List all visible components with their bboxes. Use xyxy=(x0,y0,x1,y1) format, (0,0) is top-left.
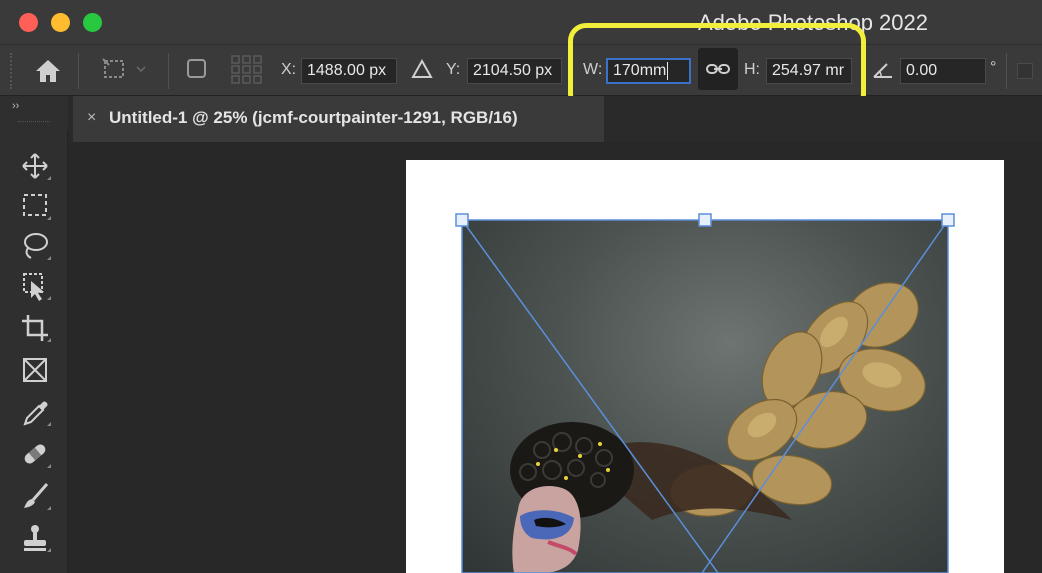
crop-tool[interactable] xyxy=(19,312,55,346)
x-label: X: xyxy=(281,61,297,78)
toolbar-collapse-header[interactable]: ›› xyxy=(0,96,68,130)
brush-tool-icon xyxy=(24,483,51,510)
delta-triangle-icon xyxy=(411,58,433,78)
brush-tool[interactable] xyxy=(19,480,55,514)
options-bar: X: 1488.00 px Y: 2104.50 px W: 170mm H: … xyxy=(0,44,1042,96)
y-label: Y: xyxy=(446,61,461,78)
document-canvas[interactable] xyxy=(406,160,1004,573)
object-selection-tool-icon xyxy=(23,273,51,301)
frame-tool[interactable] xyxy=(19,354,55,388)
marquee-tool[interactable] xyxy=(19,190,55,224)
document-tab-title: Untitled-1 @ 25% (jcmf-courtpainter-1291… xyxy=(109,108,518,127)
window-close-button[interactable] xyxy=(19,13,38,32)
transform-preset-icon xyxy=(102,58,146,78)
eyedropper-tool-icon xyxy=(23,401,51,426)
transform-handles[interactable] xyxy=(406,160,1004,573)
rotation-angle-field[interactable]: 0.00 xyxy=(900,58,986,84)
clone-stamp-tool[interactable] xyxy=(19,522,55,556)
separator xyxy=(1006,53,1007,89)
close-tab-icon[interactable]: × xyxy=(87,109,96,127)
lasso-tool[interactable] xyxy=(19,230,55,264)
checkbox-icon xyxy=(187,59,206,78)
separator xyxy=(168,53,169,89)
lasso-tool-icon xyxy=(24,233,51,260)
reference-point-toggle[interactable] xyxy=(186,58,208,86)
degree-symbol: ° xyxy=(990,59,997,76)
crop-tool-icon xyxy=(22,315,51,342)
x-position-field[interactable]: 1488.00 px xyxy=(301,58,397,84)
window-minimize-button[interactable] xyxy=(51,13,70,32)
eyedropper-tool[interactable] xyxy=(19,396,55,430)
document-tab[interactable]: × Untitled-1 @ 25% (jcmf-courtpainter-12… xyxy=(73,96,604,142)
interpolation-toggle[interactable] xyxy=(1017,63,1033,79)
frame-tool-icon xyxy=(23,358,47,382)
title-bar: Adobe Photoshop 2022 xyxy=(0,0,1042,44)
healing-brush-tool-icon xyxy=(24,444,51,468)
canvas-area[interactable] xyxy=(68,142,1042,573)
reference-point-grid-icon xyxy=(231,55,262,84)
tools-panel xyxy=(0,130,68,573)
rotate-angle-icon xyxy=(873,63,892,78)
healing-brush-tool[interactable] xyxy=(19,438,55,472)
handle-top-left[interactable] xyxy=(455,213,469,227)
reference-point-locator[interactable] xyxy=(230,54,264,92)
object-selection-tool[interactable] xyxy=(19,270,55,304)
home-button[interactable] xyxy=(32,56,64,86)
relative-positioning-button[interactable] xyxy=(411,58,433,85)
stamp-tool-icon xyxy=(24,525,51,552)
toolbar-grip[interactable] xyxy=(18,121,50,124)
y-position-field[interactable]: 2104.50 px xyxy=(467,58,562,84)
rotate-angle-icon-wrap xyxy=(872,60,894,86)
handle-top-right[interactable] xyxy=(941,213,955,227)
move-tool-icon xyxy=(22,153,51,180)
document-tab-bar: × Untitled-1 @ 25% (jcmf-courtpainter-12… xyxy=(68,96,1042,142)
move-tool[interactable] xyxy=(19,150,55,184)
marquee-tool-icon xyxy=(23,194,51,220)
home-icon xyxy=(36,60,60,82)
window-zoom-button[interactable] xyxy=(83,13,102,32)
handle-top-center[interactable] xyxy=(698,213,712,227)
collapse-arrows-icon: ›› xyxy=(12,100,20,112)
transform-tool-preset-button[interactable] xyxy=(101,57,149,89)
options-bar-grip[interactable] xyxy=(10,53,14,89)
separator xyxy=(78,53,79,89)
